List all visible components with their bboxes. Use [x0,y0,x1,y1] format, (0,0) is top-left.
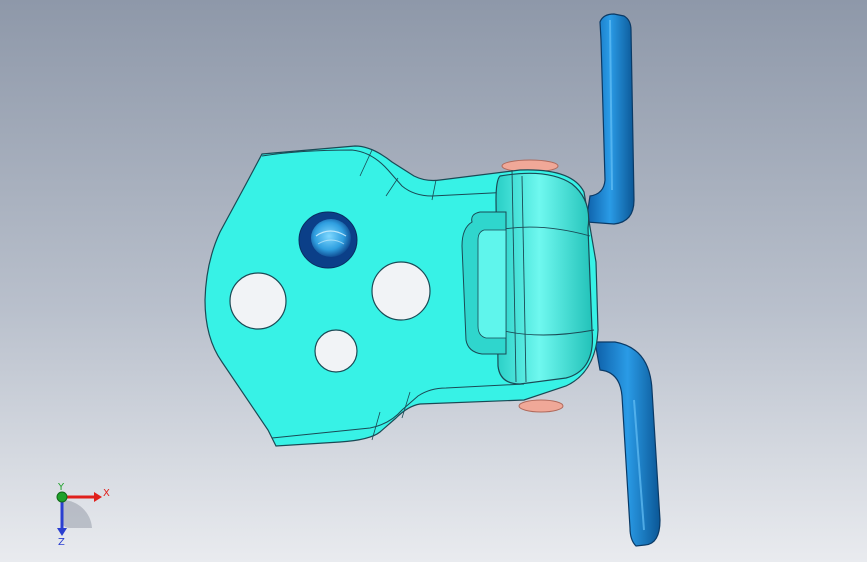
mounting-hole-left [229,272,287,330]
recess-inner-face [477,229,507,339]
mounting-hole-right [371,261,431,321]
z-axis-label: Z [58,537,65,548]
axis-triad: X Y Z [56,482,110,548]
cad-viewport[interactable]: X Y Z [0,0,867,562]
y-axis-label: Y [57,482,65,493]
z-axis-arrowhead [57,528,67,536]
threaded-hole [298,211,358,269]
x-axis-arrowhead [94,492,102,502]
x-axis-label: X [103,488,110,499]
pin-cap-bottom [518,399,564,413]
lower-hinge-leaf [594,341,661,547]
y-axis-dot [56,491,68,503]
hinge-knuckle [495,169,595,385]
triad-shadow [62,499,92,528]
mounting-hole-bottom [314,329,358,373]
upper-hinge-leaf [585,13,635,225]
hinge-model-view[interactable]: X Y Z [0,0,867,562]
